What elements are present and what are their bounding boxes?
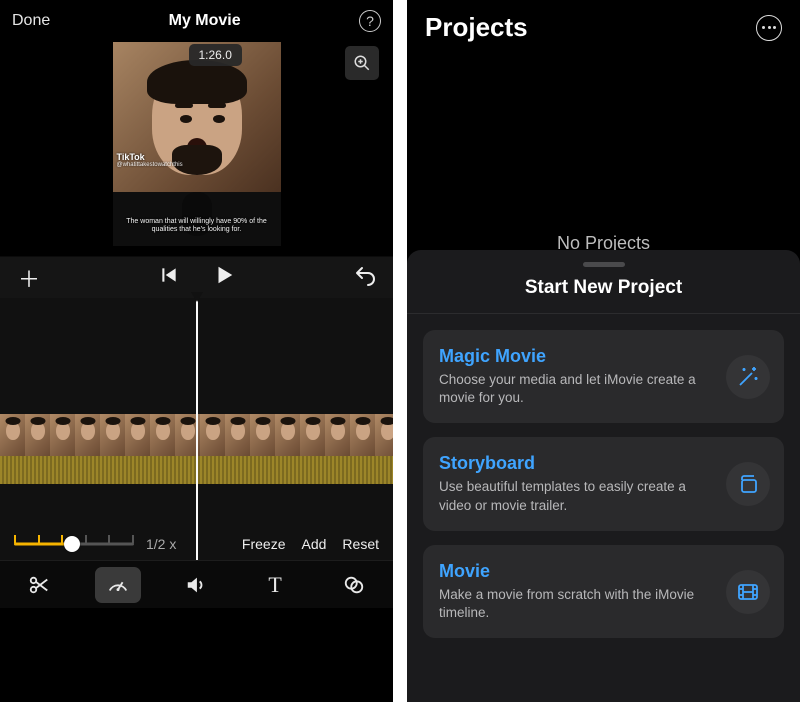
magic-wand-icon [726,355,770,399]
video-caption: The woman that will willingly have 90% o… [119,218,275,234]
titles-tool[interactable]: T [252,567,298,603]
video-preview[interactable]: TikTok @whatittakestowatchthis The woman… [113,42,281,246]
option-desc: Choose your media and let iMovie create … [439,371,714,407]
sheet-grabber[interactable] [583,262,625,267]
skip-start-button[interactable] [159,265,179,290]
reset-speed-button[interactable]: Reset [342,536,379,552]
play-button[interactable] [213,264,235,291]
preview-area: TikTok @whatittakestowatchthis The woman… [0,32,393,256]
option-title: Storyboard [439,453,714,474]
filters-tool[interactable] [331,567,377,603]
clip-thumb[interactable] [225,414,250,456]
projects-header: Projects [407,0,800,43]
magnifier-plus-icon [353,54,371,72]
speaker-icon [185,574,207,596]
help-icon: ? [366,13,374,29]
add-media-button[interactable]: ＋ [18,262,40,294]
ellipsis-icon [762,26,765,29]
sheet-title: Start New Project [407,277,800,313]
editor-header: Done My Movie ? [0,0,393,32]
option-magic-movie[interactable]: Magic Movie Choose your media and let iM… [423,330,784,423]
option-storyboard[interactable]: Storyboard Use beautiful templates to ea… [423,437,784,530]
add-speed-button[interactable]: Add [302,536,327,552]
slider-knob[interactable] [64,536,80,552]
text-icon: T [268,572,281,598]
speed-label: 1/2 x [146,536,176,552]
volume-tool[interactable] [173,567,219,603]
projects-title: Projects [425,12,528,43]
tiktok-label: TikTok [117,152,183,162]
clip-thumb[interactable] [0,414,25,456]
cut-tool[interactable] [16,567,62,603]
scissors-icon [28,574,50,596]
clip-thumb[interactable] [100,414,125,456]
timeline[interactable]: 1/2 x Freeze Add Reset T [0,298,393,608]
clip-thumb[interactable] [375,414,393,456]
transport-bar: ＋ [0,256,393,298]
clip-thumb[interactable] [150,414,175,456]
zoom-button[interactable] [345,46,379,80]
clip-thumb[interactable] [200,414,225,456]
more-button[interactable] [756,15,782,41]
tiktok-watermark: TikTok @whatittakestowatchthis [117,152,183,168]
clip-thumb[interactable] [25,414,50,456]
editor-screen: Done My Movie ? TikTok @whatittakestowat… [0,0,393,702]
speed-controls: 1/2 x Freeze Add Reset [0,530,393,558]
option-movie[interactable]: Movie Make a movie from scratch with the… [423,545,784,638]
option-title: Movie [439,561,714,582]
new-project-sheet: Start New Project Magic Movie Choose you… [407,250,800,702]
undo-button[interactable] [353,263,377,292]
play-icon [213,264,235,286]
clip-thumb[interactable] [350,414,375,456]
speed-tool[interactable] [95,567,141,603]
option-desc: Make a movie from scratch with the iMovi… [439,586,714,622]
clip-thumb[interactable] [250,414,275,456]
clip-thumb[interactable] [75,414,100,456]
divider [407,313,800,314]
clip-thumb[interactable] [125,414,150,456]
editor-toolbar: T [0,560,393,608]
undo-icon [353,263,377,287]
help-button[interactable]: ? [359,10,381,32]
clip-thumb[interactable] [325,414,350,456]
timecode-badge: 1:26.0 [189,44,242,66]
clip-thumb[interactable] [300,414,325,456]
speed-slider[interactable] [14,537,134,551]
project-title: My Movie [169,12,241,30]
storyboard-icon [726,462,770,506]
done-button[interactable]: Done [12,12,50,30]
skip-start-icon [159,265,179,285]
freeze-button[interactable]: Freeze [242,536,286,552]
projects-screen: Projects No Projects Start New Project M… [407,0,800,702]
tiktok-handle: @whatittakestowatchthis [117,162,183,168]
filters-icon [343,574,365,596]
option-title: Magic Movie [439,346,714,367]
clip-thumb[interactable] [50,414,75,456]
option-desc: Use beautiful templates to easily create… [439,478,714,514]
speedometer-icon [107,574,129,596]
clip-thumb[interactable] [275,414,300,456]
film-icon [726,570,770,614]
